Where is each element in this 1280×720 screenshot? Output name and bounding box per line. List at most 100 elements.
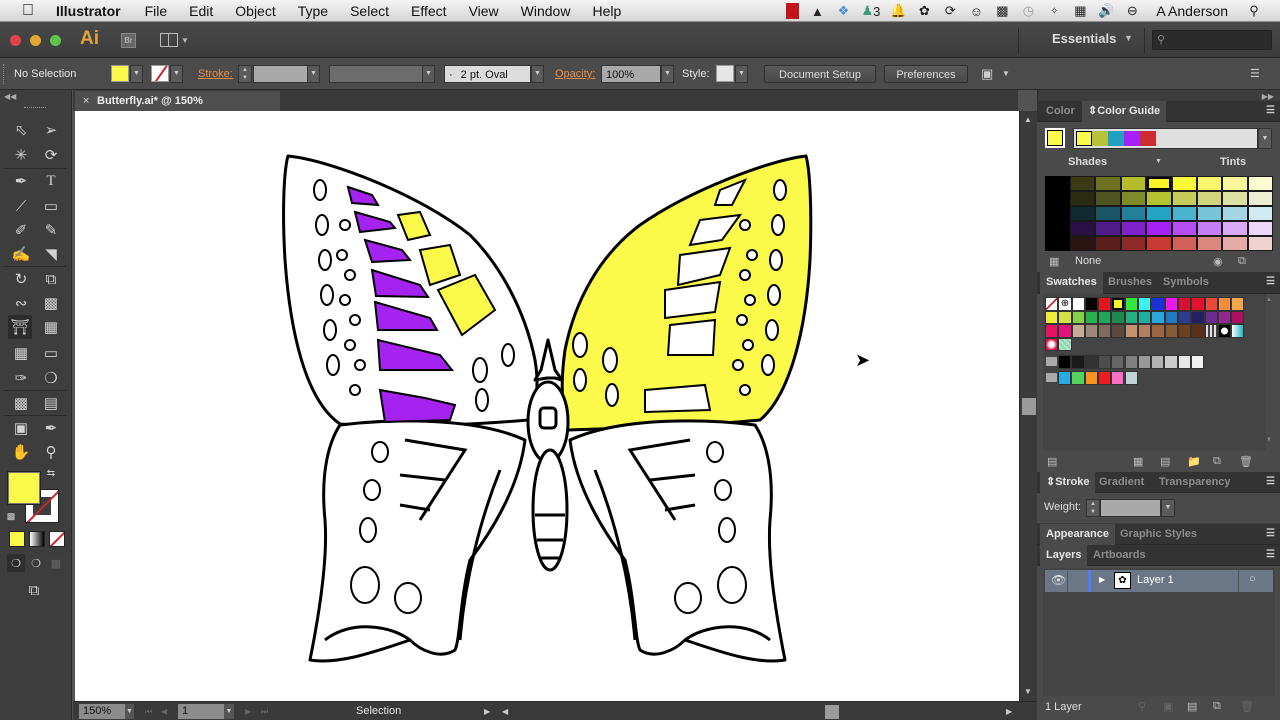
line-segment-tool-icon[interactable]: ⟋ — [9, 194, 33, 218]
color-swatch[interactable] — [1151, 297, 1165, 311]
tab-brushes[interactable]: Brushes — [1102, 272, 1158, 293]
direct-selection-tool-icon[interactable]: ➢ — [39, 118, 63, 142]
bridge-button[interactable]: Br — [121, 33, 136, 48]
menu-file[interactable]: File — [134, 3, 179, 19]
layer-row[interactable]: 👁 ▶ ✿ Layer 1 ○ — [1045, 570, 1273, 592]
stroke-weight-dropdown[interactable]: ▼ — [1161, 499, 1175, 517]
color-guide-variation-swatch[interactable] — [1095, 206, 1121, 221]
color-swatch[interactable] — [1071, 324, 1085, 338]
artboard-dropdown[interactable]: ▼ — [224, 704, 234, 719]
new-color-group-icon[interactable]: 📁 — [1187, 455, 1201, 468]
tab-swatches[interactable]: Swatches — [1040, 272, 1103, 294]
vertical-scroll-thumb[interactable] — [1022, 398, 1036, 415]
group-color-swatch[interactable] — [1164, 355, 1178, 369]
spotlight-search-icon[interactable]: ⚲ — [1246, 3, 1262, 19]
calendar-icon[interactable]: ▦ — [1072, 3, 1088, 19]
color-swatch[interactable] — [1204, 297, 1218, 311]
group-color-swatch[interactable] — [1084, 355, 1098, 369]
close-window-button[interactable] — [10, 35, 21, 46]
swap-fill-stroke-icon[interactable]: ⇆ — [44, 466, 58, 480]
opacity-input[interactable]: 100% — [601, 65, 661, 83]
color-guide-variation-swatch[interactable] — [1222, 206, 1248, 221]
swatch-pattern-stripes[interactable] — [1204, 324, 1218, 338]
harmony-swatch[interactable] — [1140, 131, 1156, 146]
apple-logo-icon[interactable]:  — [0, 2, 56, 20]
group-color-swatch[interactable] — [1151, 355, 1165, 369]
tab-gradient[interactable]: Gradient — [1093, 472, 1150, 493]
color-swatch[interactable] — [1111, 310, 1125, 324]
harmony-swatch[interactable] — [1076, 131, 1092, 146]
scroll-up-icon[interactable]: ▲ — [1266, 297, 1272, 303]
status-menu-arrow-icon[interactable]: ▶ — [484, 704, 490, 719]
color-swatch[interactable] — [1084, 324, 1099, 338]
color-guide-variation-swatch[interactable] — [1095, 176, 1121, 191]
panel-menu-icon[interactable]: ☰ — [1266, 105, 1275, 116]
swatch-pattern-grid[interactable] — [1058, 337, 1072, 351]
color-guide-variation-swatch[interactable] — [1171, 176, 1197, 191]
dropbox-sync-icon[interactable]: ❖ — [835, 3, 851, 19]
color-guide-variation-swatch[interactable] — [1196, 221, 1223, 236]
panel-menu-icon[interactable]: ☰ — [1266, 276, 1275, 287]
screen-mode-icon[interactable]: ⧉ — [22, 578, 46, 602]
lock-toggle[interactable] — [1068, 570, 1088, 592]
fill-swatch[interactable] — [111, 65, 129, 82]
layer-name[interactable]: Layer 1 — [1137, 574, 1174, 586]
stroke-weight-dropdown[interactable]: ▼ — [307, 65, 320, 83]
chevron-down-icon[interactable]: ▼ — [181, 36, 189, 45]
hand-tool-icon[interactable]: ✋ — [9, 440, 33, 464]
brush-definition[interactable]: · 2 pt. Oval — [444, 65, 531, 83]
time-machine-icon[interactable]: ◷ — [1020, 3, 1036, 19]
color-swatch[interactable] — [1084, 310, 1099, 324]
expand-layer-icon[interactable]: ▶ — [1099, 575, 1105, 584]
workspace-switcher[interactable]: Essentials — [1052, 31, 1116, 46]
color-swatch[interactable] — [1177, 297, 1192, 311]
color-guide-variation-swatch[interactable] — [1196, 191, 1223, 206]
visibility-eye-icon[interactable]: 👁 — [1051, 573, 1066, 587]
delete-swatch-icon[interactable]: 🗑 — [1239, 455, 1253, 468]
magic-wand-tool-icon[interactable]: ✳ — [9, 143, 33, 167]
menu-effect[interactable]: Effect — [400, 3, 458, 19]
group-color-swatch[interactable] — [1084, 371, 1098, 385]
document-setup-button[interactable]: Document Setup — [764, 65, 876, 83]
swatch-gradient-radial[interactable] — [1045, 337, 1059, 351]
color-swatch[interactable] — [1138, 297, 1152, 311]
color-guide-variation-swatch[interactable] — [1222, 191, 1248, 206]
color-swatch[interactable] — [1111, 324, 1125, 338]
color-guide-variation-swatch[interactable] — [1120, 221, 1147, 236]
stroke-weight-stepper[interactable]: ▲ ▼ — [1086, 499, 1100, 517]
color-guide-variation-swatch[interactable] — [1247, 191, 1274, 206]
color-swatch[interactable] — [1124, 297, 1139, 311]
sync-icon[interactable]: ⟳ — [942, 3, 958, 19]
bluetooth-icon[interactable]: ✧ — [1046, 3, 1062, 19]
wardrobe-icon[interactable]: ▲ — [809, 3, 825, 19]
color-swatch[interactable] — [1164, 297, 1178, 311]
rectangle-tool-icon[interactable]: ▭ — [39, 194, 63, 218]
color-guide-variation-swatch[interactable] — [1070, 221, 1096, 236]
color-swatch[interactable] — [1231, 310, 1245, 324]
opacity-dropdown[interactable]: ▼ — [661, 65, 674, 83]
color-swatch[interactable] — [1098, 324, 1112, 338]
menu-object[interactable]: Object — [224, 3, 286, 19]
color-swatch[interactable] — [1071, 297, 1085, 311]
color-guide-variation-swatch[interactable] — [1120, 206, 1147, 221]
menu-select[interactable]: Select — [339, 3, 400, 19]
color-guide-variation-swatch[interactable] — [1247, 221, 1274, 236]
color-guide-variations-grid[interactable] — [1045, 176, 1274, 251]
color-swatch[interactable] — [1231, 297, 1245, 311]
color-guide-variation-swatch[interactable] — [1095, 191, 1121, 206]
save-color-group-icon[interactable]: ⧉ — [1238, 255, 1246, 268]
gradient-tool-icon[interactable]: ▭ — [39, 341, 63, 365]
color-swatch[interactable] — [1058, 310, 1072, 324]
color-guide-variation-swatch[interactable] — [1146, 191, 1172, 206]
color-swatch[interactable] — [1191, 310, 1205, 324]
rotate-tool-icon[interactable]: ↻ — [9, 267, 33, 291]
color-swatch[interactable] — [1058, 324, 1072, 338]
variable-width-profile[interactable] — [329, 65, 423, 83]
zoom-tool-icon[interactable]: ⚲ — [39, 440, 63, 464]
current-tool-status[interactable]: Selection — [356, 704, 401, 719]
draw-normal-icon[interactable]: ❍ — [7, 554, 25, 572]
color-swatch[interactable] — [1191, 297, 1205, 311]
paw-icon[interactable]: ✿ — [916, 3, 932, 19]
color-guide-black-cell[interactable] — [1045, 176, 1070, 191]
tab-color[interactable]: Color — [1040, 101, 1081, 122]
